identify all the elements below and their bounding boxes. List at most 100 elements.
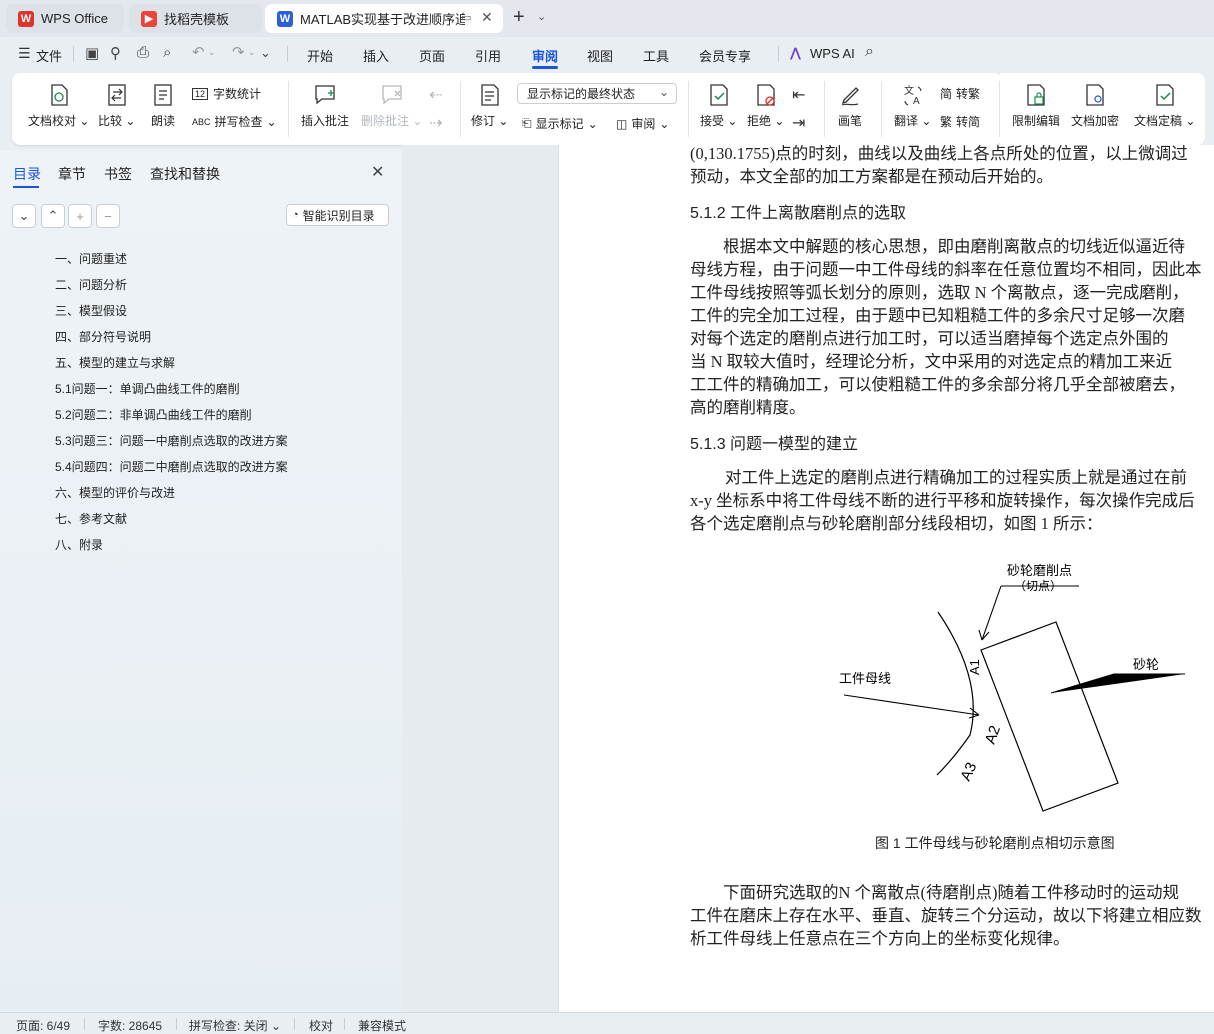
label-workpiece: 工件母线 [839, 671, 891, 686]
revise-button[interactable]: 修订 ⌄ [471, 83, 508, 129]
next-revision-icon[interactable]: ⇥ [792, 113, 805, 133]
screen-icon[interactable]: ▭ [461, 11, 471, 24]
toc-item[interactable]: 5.1问题一：单调凸曲线工件的磨削 [55, 380, 240, 397]
accept-button[interactable]: 接受 ⌄ [700, 83, 737, 129]
remove-heading-icon[interactable]: − [96, 204, 120, 228]
print-preview-icon[interactable]: ⌕ [163, 44, 171, 61]
page-indicator[interactable]: 页面: 6/49 [16, 1017, 70, 1034]
markup-state-select[interactable]: 显示标记的最终状态 ⌄ [517, 83, 677, 104]
insert-comment-button[interactable]: 插入批注 [301, 83, 349, 129]
redo-dropdown-icon[interactable]: ⌄ [248, 47, 256, 58]
pen-label: 画笔 [838, 114, 863, 128]
read-aloud-button[interactable]: 朗读 [151, 83, 175, 129]
spell-check-status[interactable]: 拼写检查: 关闭 ⌄ [189, 1017, 281, 1034]
nav-tab-bookmarks[interactable]: 书签 [104, 164, 132, 184]
collapse-down-icon[interactable]: ⌄ [12, 204, 36, 228]
menu-file[interactable]: 文件 [36, 46, 62, 65]
menu-start[interactable]: 开始 [307, 46, 333, 65]
print-icon[interactable]: ⎙ [137, 44, 149, 61]
undo-dropdown-icon[interactable]: ⌄ [208, 47, 216, 58]
delete-comment-icon [382, 85, 402, 105]
next-comment-icon[interactable]: ⇢ [429, 113, 442, 133]
share-icon[interactable]: ⚲ [110, 44, 121, 62]
reject-button[interactable]: 拒绝 ⌄ [747, 83, 784, 129]
body-text: 析工件母线上任意点在三个方向上的坐标变化规律。 [690, 929, 1070, 948]
restrict-edit-button[interactable]: 限制编辑 [1012, 83, 1060, 129]
menu-member[interactable]: 会员专享 [699, 46, 751, 65]
title-bar: W WPS Office ▶ 找稻壳模板 W MATLAB实现基于改进顺序追踪 … [0, 0, 1214, 37]
add-heading-icon[interactable]: + [68, 204, 92, 228]
accept-label: 接受 [700, 114, 725, 128]
menu-tools[interactable]: 工具 [643, 46, 669, 65]
toc-item[interactable]: 六、模型的评价与改进 [55, 484, 175, 501]
collapse-up-icon[interactable]: ⌃ [41, 204, 65, 228]
nav-tab-chapters[interactable]: 章节 [58, 164, 86, 184]
divider [344, 1018, 345, 1030]
toc-item[interactable]: 5.4问题四：问题二中磨削点选取的改进方案 [55, 458, 288, 475]
writer-doc-icon: W [277, 10, 293, 27]
save-icon[interactable]: ▣ [85, 44, 99, 62]
nav-tab-toc[interactable]: 目录 [13, 164, 41, 184]
word-count-button[interactable]: 12 字数统计 [192, 85, 261, 102]
body-text: 当 N 取较大值时，经理论分析，文中采用的对选定点的精加工来近 [690, 352, 1173, 371]
review-pane-button[interactable]: ◫ 审阅 ⌄ [616, 115, 669, 132]
compare-label: 比较 [98, 114, 123, 128]
docer-logo-icon: ▶ [141, 10, 157, 27]
more-chevron-icon[interactable]: ⌄ [260, 45, 271, 61]
revise-label: 修订 [471, 114, 496, 128]
undo-icon[interactable]: ↶ [192, 43, 205, 61]
spell-check-button[interactable]: ABC 拼写检查 ⌄ [192, 113, 277, 130]
redo-icon[interactable]: ↷ [232, 43, 245, 61]
to-simplified-button[interactable]: 繁 转简 [940, 113, 980, 130]
doc-proof-button[interactable]: 文档校对 ⌄ [28, 83, 89, 129]
toc-item[interactable]: 5.2问题二：非单调凸曲线工件的磨削 [55, 406, 252, 423]
delete-comment-button[interactable]: 删除批注 ⌄ [361, 83, 422, 129]
compare-icon [108, 84, 126, 106]
search-icon[interactable]: ⌕ [865, 43, 874, 61]
toc-item[interactable]: 五、模型的建立与求解 [55, 354, 175, 371]
smart-toc-button[interactable]: ◔ 智能识别目录 [286, 204, 389, 226]
spell-check-status-label: 拼写检查: 关闭 [189, 1019, 268, 1033]
show-markup-button[interactable]: ⎗ 显示标记 ⌄ [522, 115, 598, 132]
close-pane-icon[interactable]: ✕ [371, 162, 384, 182]
toc-item[interactable]: 八、附录 [55, 536, 103, 553]
pen-button[interactable]: 画笔 [838, 83, 862, 129]
previous-comment-icon[interactable]: ⇠ [429, 85, 442, 105]
toc-item[interactable]: 四、部分符号说明 [55, 328, 151, 345]
toc-item[interactable]: 三、模型假设 [55, 302, 127, 319]
menu-insert[interactable]: 插入 [363, 46, 389, 65]
menu-page[interactable]: 页面 [419, 46, 445, 65]
to-traditional-button[interactable]: 简 转繁 [940, 85, 980, 102]
leader-line [843, 694, 980, 716]
word-count-status[interactable]: 字数: 28645 [98, 1017, 162, 1034]
tab-docer-templates[interactable]: ▶ 找稻壳模板 [129, 4, 262, 33]
hamburger-icon[interactable]: ☰ [18, 45, 31, 62]
review-ribbon-right: 限制编辑 文档加密 文档定稿 ⌄ [1000, 73, 1205, 145]
menu-wps-ai[interactable]: WPS AI [810, 46, 855, 61]
close-tab-icon[interactable]: ✕ [481, 9, 493, 26]
previous-revision-icon[interactable]: ⇤ [792, 85, 805, 105]
menu-review[interactable]: 审阅 [532, 46, 558, 65]
toc-item[interactable]: 5.3问题三：问题一中磨削点选取的改进方案 [55, 432, 288, 449]
label-a3: A3 [957, 760, 980, 784]
document-page[interactable]: (0,130.1755)点的时刻，曲线以及曲线上各点所处的位置，以上微调过 预动… [558, 145, 1214, 1012]
tab-document[interactable]: W MATLAB实现基于改进顺序追踪 ▭ ✕ [265, 4, 503, 33]
spell-check-icon: ABC [192, 116, 211, 127]
toc-item[interactable]: 七、参考文献 [55, 510, 127, 527]
chevron-down-icon[interactable]: ⌄ [537, 10, 546, 23]
wps-ai-icon: ⋀ [790, 45, 801, 60]
tab-wps-office[interactable]: W WPS Office [6, 4, 124, 33]
new-tab-icon[interactable]: + [513, 6, 525, 29]
compare-button[interactable]: 比较 ⌄ [98, 83, 135, 129]
toc-item[interactable]: 二、问题分析 [55, 276, 127, 293]
finalize-button[interactable]: 文档定稿 ⌄ [1134, 83, 1195, 129]
menu-view[interactable]: 视图 [587, 46, 613, 65]
divider [881, 81, 882, 137]
figure-1-diagram: 砂轮磨削点 （切点） 砂轮 工件母线 A1 A2 A3 [839, 563, 1185, 812]
nav-tab-find-replace[interactable]: 查找和替换 [150, 164, 220, 184]
translate-button[interactable]: 文A 翻译 ⌄ [894, 83, 931, 129]
menu-references[interactable]: 引用 [475, 46, 501, 65]
proof-status[interactable]: 校对 [309, 1017, 333, 1034]
toc-item[interactable]: 一、问题重述 [55, 250, 127, 267]
encrypt-button[interactable]: 文档加密 [1071, 83, 1119, 129]
